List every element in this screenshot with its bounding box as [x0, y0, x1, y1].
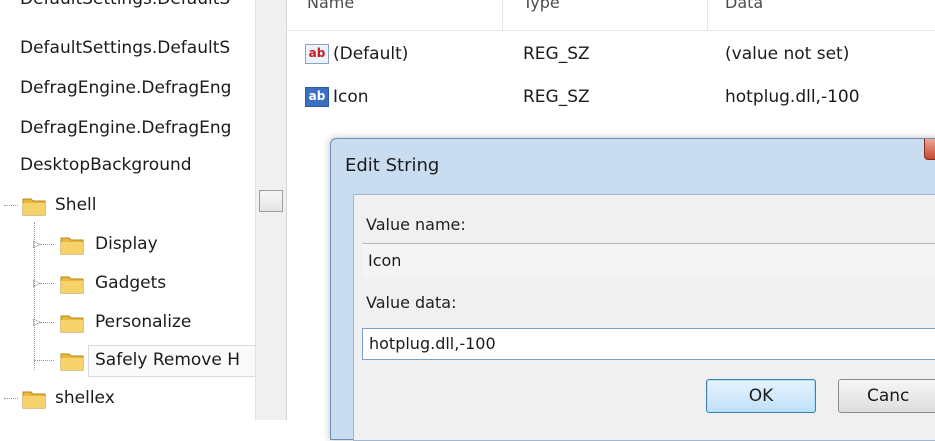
tree-item-label: DefaultSettings.DefaultS: [20, 0, 230, 16]
value-row[interactable]: ab Icon REG_SZ hotplug.dll,-100: [287, 79, 935, 115]
edit-string-dialog: Edit String Value name: Icon Value data:…: [330, 138, 935, 441]
value-row[interactable]: ab (Default) REG_SZ (value not set): [287, 36, 935, 72]
column-header-type[interactable]: Type: [523, 0, 560, 18]
tree-item-gadgets[interactable]: ▷ Gadgets: [0, 266, 255, 300]
value-name: (Default): [333, 44, 409, 64]
value-data: hotplug.dll,-100: [725, 87, 860, 107]
tree-item-label: Shell: [55, 195, 97, 215]
tree-item-label: Safely Remove H: [95, 350, 241, 370]
tree-item-shellex[interactable]: shellex: [0, 381, 255, 415]
header-divider: [287, 30, 935, 31]
value-data: (value not set): [725, 44, 850, 64]
folder-icon: [60, 311, 84, 333]
value-type: REG_SZ: [523, 87, 590, 107]
tree-item-label: DefragEngine.DefragEng: [20, 78, 232, 98]
tree-item-label: shellex: [55, 388, 115, 408]
column-divider[interactable]: [707, 0, 708, 30]
folder-icon: [60, 272, 84, 294]
tree-item-label: Gadgets: [95, 273, 167, 293]
value-name-label: Value name:: [366, 215, 466, 234]
folder-icon: [60, 233, 84, 255]
value-data-label: Value data:: [366, 293, 457, 312]
expand-arrow-icon[interactable]: ▷: [33, 279, 41, 289]
close-button[interactable]: [924, 139, 935, 160]
folder-icon: [60, 349, 84, 371]
tree-item-label: Display: [95, 234, 158, 254]
value-name: Icon: [333, 87, 369, 107]
string-value-icon: ab: [305, 87, 329, 107]
column-divider[interactable]: [502, 0, 503, 30]
tree-item-safely-remove[interactable]: Safely Remove H: [0, 343, 255, 377]
ok-button[interactable]: OK: [706, 379, 816, 413]
dialog-title: Edit String: [345, 155, 440, 176]
expand-arrow-icon[interactable]: ▷: [33, 240, 41, 250]
value-data-input[interactable]: hotplug.dll,-100: [362, 328, 935, 360]
expand-arrow-icon[interactable]: ▷: [33, 318, 41, 328]
tree-scrollbar[interactable]: [255, 0, 287, 420]
tree-item-shell[interactable]: Shell: [0, 188, 255, 222]
value-type: REG_SZ: [523, 44, 590, 64]
value-name-field: Icon: [362, 243, 935, 277]
tree-item-display[interactable]: ▷ Display: [0, 227, 255, 261]
scrollbar-thumb[interactable]: [259, 190, 283, 212]
tree-item-label: DesktopBackground: [20, 155, 192, 175]
tree-item-personalize[interactable]: ▷ Personalize: [0, 305, 255, 339]
folder-icon: [22, 387, 46, 409]
column-header-name[interactable]: Name: [307, 0, 354, 18]
column-header-data[interactable]: Data: [725, 0, 763, 18]
tree-item-label: DefragEngine.DefragEng: [20, 118, 232, 138]
tree-item-label: DefaultSettings.DefaultS: [20, 38, 231, 58]
tree-item-label: Personalize: [95, 312, 192, 332]
cancel-button[interactable]: Canc: [838, 379, 935, 413]
folder-icon: [22, 194, 46, 216]
string-value-icon: ab: [305, 44, 329, 64]
registry-key-tree: DefaultSettings.DefaultS DefaultSettings…: [0, 0, 255, 420]
